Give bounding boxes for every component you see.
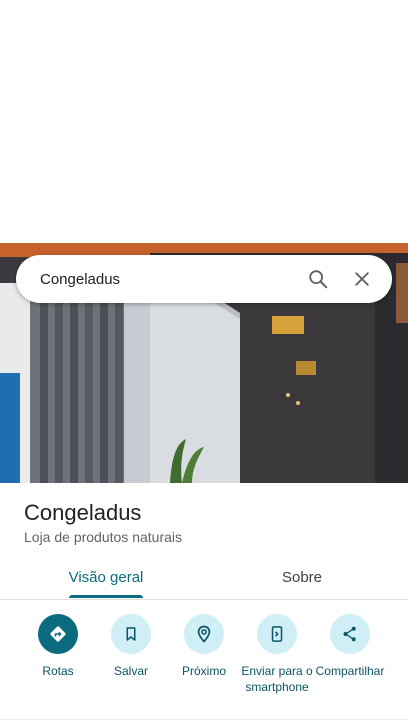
save-circle (111, 614, 151, 654)
share-circle (330, 614, 370, 654)
search-icon (309, 270, 328, 289)
search-button[interactable] (300, 261, 336, 297)
tab-about[interactable]: Sobre (202, 555, 402, 599)
send-to-phone-label: Enviar para o smartphone (241, 664, 313, 694)
share-button[interactable]: Compartilhar (311, 614, 389, 679)
share-icon (343, 626, 356, 642)
active-tab-indicator (69, 595, 143, 598)
map-area[interactable] (0, 0, 408, 243)
search-box[interactable]: Congeladus (16, 255, 392, 303)
nearby-button[interactable]: Próximo (165, 614, 243, 679)
close-icon (355, 272, 369, 286)
nearby-label: Próximo (181, 664, 226, 678)
save-label: Salvar (113, 664, 148, 678)
bookmark-icon (126, 627, 136, 641)
tab-overview[interactable]: Visão geral (6, 555, 206, 599)
place-category[interactable]: Loja de produtos naturais (24, 529, 182, 545)
directions-label: Rotas (42, 664, 74, 678)
directions-button[interactable]: Rotas (19, 614, 97, 679)
nearby-circle (184, 614, 224, 654)
search-input[interactable]: Congeladus (40, 271, 292, 288)
send-to-phone-circle (257, 614, 297, 654)
directions-icon (50, 626, 66, 642)
send-to-phone-button[interactable]: Enviar para o smartphone (238, 614, 316, 695)
share-label: Compartilhar (315, 664, 385, 678)
place-name: Congeladus (24, 500, 142, 525)
directions-circle (38, 614, 78, 654)
tab-bar: Visão geral Sobre (0, 555, 408, 600)
send-to-phone-icon (271, 626, 283, 642)
close-button[interactable] (344, 261, 380, 297)
save-button[interactable]: Salvar (92, 614, 170, 679)
divider (0, 719, 408, 720)
nearby-icon (197, 625, 211, 643)
